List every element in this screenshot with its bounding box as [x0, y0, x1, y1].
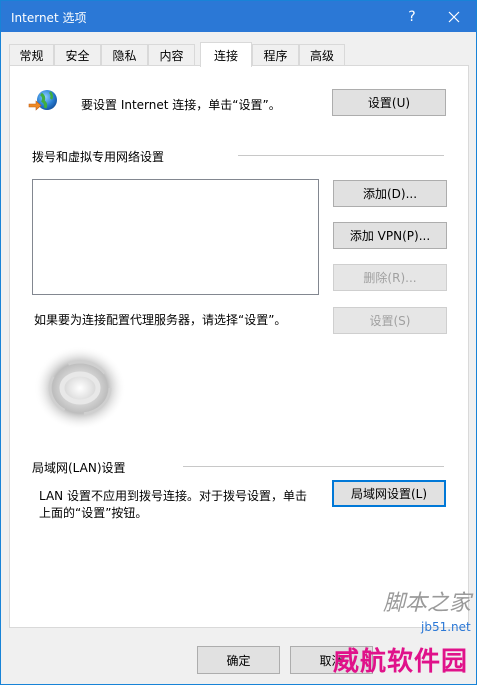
tab-security[interactable]: 安全 — [54, 44, 101, 66]
lan-heading: 局域网(LAN)设置 — [32, 461, 126, 475]
watermark-site-name: 脚本之家 — [383, 591, 472, 616]
lan-group-divider — [183, 466, 444, 467]
watermark-brand: 威航软件园 — [333, 647, 469, 677]
close-icon — [448, 11, 459, 22]
window-title: Internet 选项 — [11, 11, 87, 25]
remove-connection-button[interactable]: 删除(R)... — [333, 264, 447, 291]
add-vpn-button[interactable]: 添加 VPN(P)... — [333, 222, 447, 249]
help-button[interactable]: ? — [393, 1, 431, 32]
title-bar[interactable]: Internet 选项 ? — [1, 1, 476, 32]
tab-advanced[interactable]: 高级 — [299, 44, 345, 66]
tab-connections[interactable]: 连接 — [200, 42, 252, 67]
close-button[interactable] — [431, 1, 476, 32]
globe-network-icon — [27, 88, 61, 114]
tab-strip: 常规 安全 隐私 内容 连接 程序 高级 — [9, 42, 469, 67]
tab-content[interactable]: 内容 — [148, 44, 195, 66]
tab-general[interactable]: 常规 — [9, 44, 54, 66]
watermark-url: jb51.net — [421, 620, 471, 634]
add-connection-button[interactable]: 添加(D)... — [333, 180, 447, 207]
blurred-swirl-image — [30, 342, 130, 432]
dialup-group-divider — [238, 155, 444, 156]
tab-privacy[interactable]: 隐私 — [101, 44, 148, 66]
setup-instruction: 要设置 Internet 连接，单击“设置”。 — [81, 98, 281, 112]
proxy-settings-button[interactable]: 设置(S) — [333, 307, 447, 334]
lan-note-line1: LAN 设置不应用到拨号连接。对于拨号设置，单击 — [39, 489, 307, 503]
dialup-vpn-heading: 拨号和虚拟专用网络设置 — [32, 150, 165, 164]
ok-button[interactable]: 确定 — [197, 646, 280, 674]
setup-button[interactable]: 设置(U) — [332, 89, 446, 116]
proxy-instruction: 如果要为连接配置代理服务器，请选择“设置”。 — [34, 313, 287, 327]
lan-note-line2: 上面的“设置”按钮。 — [39, 506, 148, 520]
connections-panel: 要设置 Internet 连接，单击“设置”。 设置(U) 拨号和虚拟专用网络设… — [9, 65, 469, 628]
internet-options-dialog: Internet 选项 ? 常规 安全 隐私 内容 连接 程序 高级 要设置 I… — [0, 0, 477, 685]
tab-programs[interactable]: 程序 — [252, 44, 299, 66]
lan-settings-button[interactable]: 局域网设置(L) — [332, 480, 446, 507]
connections-list[interactable] — [32, 179, 319, 295]
